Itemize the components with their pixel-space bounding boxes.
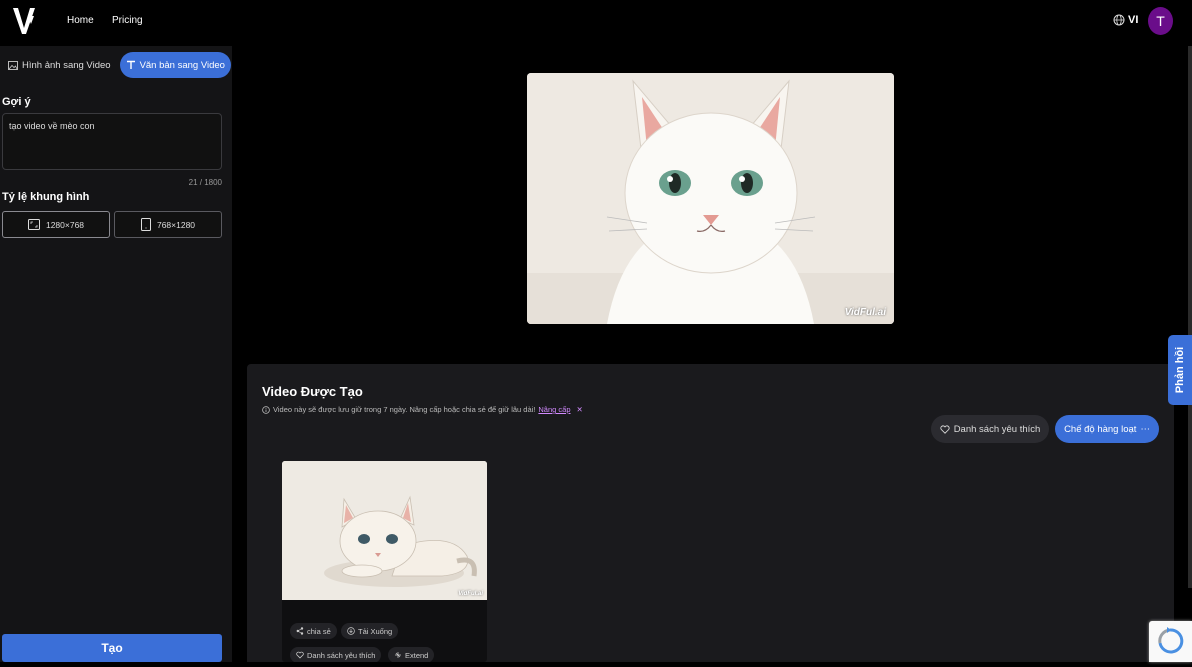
ratio-label: 1280×768 <box>45 219 85 230</box>
avatar[interactable]: T <box>1148 7 1173 35</box>
image-icon <box>8 60 18 70</box>
video-preview[interactable]: VidFul.ai <box>527 73 894 324</box>
text-icon <box>126 60 135 69</box>
extend-icon <box>395 652 401 658</box>
generated-videos-panel: Video Được Tạo Video này sẽ được lưu giữ… <box>247 364 1174 662</box>
favorites-button[interactable]: Danh sách yêu thích <box>931 415 1049 443</box>
character-counter: 21 / 1800 <box>188 178 222 187</box>
panel-title: Video Được Tạo <box>262 384 363 399</box>
lying-kitten-image <box>282 461 487 600</box>
share-icon <box>296 627 304 635</box>
prompt-textarea[interactable]: tạo video về mèo con <box>2 113 222 170</box>
portrait-icon <box>140 218 151 231</box>
tab-label: Văn bản sang Video <box>139 59 225 71</box>
card-favorite-button[interactable]: Danh sách yêu thích <box>290 647 382 662</box>
logo-icon[interactable] <box>12 6 36 36</box>
upgrade-link[interactable]: Nâng cấp <box>538 405 570 414</box>
tab-text-to-video[interactable]: Văn bản sang Video <box>119 52 231 78</box>
extend-label: Extend <box>405 650 429 660</box>
heart-icon <box>940 424 950 434</box>
globe-icon <box>1113 14 1125 26</box>
kitten-preview-image <box>527 73 894 324</box>
mode-tabs: Hình ảnh sang Video Văn bản sang Video <box>0 52 232 80</box>
batch-mode-button[interactable]: Chế độ hàng loạt ⋯ <box>1055 415 1159 443</box>
tab-image-to-video[interactable]: Hình ảnh sang Video <box>2 52 117 78</box>
close-icon[interactable]: ✕ <box>577 405 583 414</box>
language-selector[interactable]: VI <box>1113 14 1138 26</box>
ratio-label: 768×1280 <box>156 219 196 230</box>
favorites-label: Danh sách yêu thích <box>953 423 1041 435</box>
recaptcha-icon <box>1158 627 1184 654</box>
recaptcha-badge[interactable] <box>1149 621 1192 662</box>
top-navbar: Home Pricing VI T <box>0 0 1192 46</box>
tab-label: Hình ảnh sang Video <box>22 59 111 71</box>
landscape-icon <box>27 219 40 230</box>
language-code: VI <box>1128 14 1139 26</box>
info-icon <box>262 405 270 414</box>
prompt-label: Gợi ý <box>2 96 31 108</box>
batch-mode-label: Chế độ hàng loạt <box>1064 423 1137 435</box>
feedback-tab[interactable]: Phản hồi <box>1168 335 1192 405</box>
share-label: chia sẻ <box>307 626 331 636</box>
thumbnail-watermark: VidFul.ai <box>458 591 483 597</box>
video-thumbnail[interactable]: VidFul.ai <box>282 461 487 600</box>
ratio-landscape-button[interactable]: 1280×768 <box>2 211 110 238</box>
sidebar: Hình ảnh sang Video Văn bản sang Video G… <box>0 46 232 662</box>
page-scrollbar[interactable] <box>1188 46 1192 588</box>
extend-button[interactable]: Extend <box>388 647 435 662</box>
nav-pricing-link[interactable]: Pricing <box>112 15 143 26</box>
download-label: Tải Xuống <box>358 626 393 636</box>
ratio-portrait-button[interactable]: 768×1280 <box>114 211 222 238</box>
card-favorite-label: Danh sách yêu thích <box>307 650 376 660</box>
feedback-label: Phản hồi <box>1174 346 1187 394</box>
heart-icon <box>296 651 304 659</box>
video-card[interactable]: VidFul.ai chia sẻ Tải Xuống Danh sách yê… <box>282 461 487 662</box>
share-button[interactable]: chia sẻ <box>290 623 337 639</box>
download-button[interactable]: Tải Xuống <box>341 623 399 639</box>
preview-watermark: VidFul.ai <box>844 307 886 318</box>
aspect-ratio-label: Tỷ lệ khung hình <box>2 191 90 203</box>
retention-text: Video này sẽ được lưu giữ trong 7 ngày. … <box>273 405 536 414</box>
retention-note: Video này sẽ được lưu giữ trong 7 ngày. … <box>262 405 583 414</box>
nav-home-link[interactable]: Home <box>67 15 94 26</box>
create-button[interactable]: Tạo <box>2 634 222 662</box>
more-icon: ⋯ <box>1140 423 1150 435</box>
download-icon <box>347 627 355 635</box>
